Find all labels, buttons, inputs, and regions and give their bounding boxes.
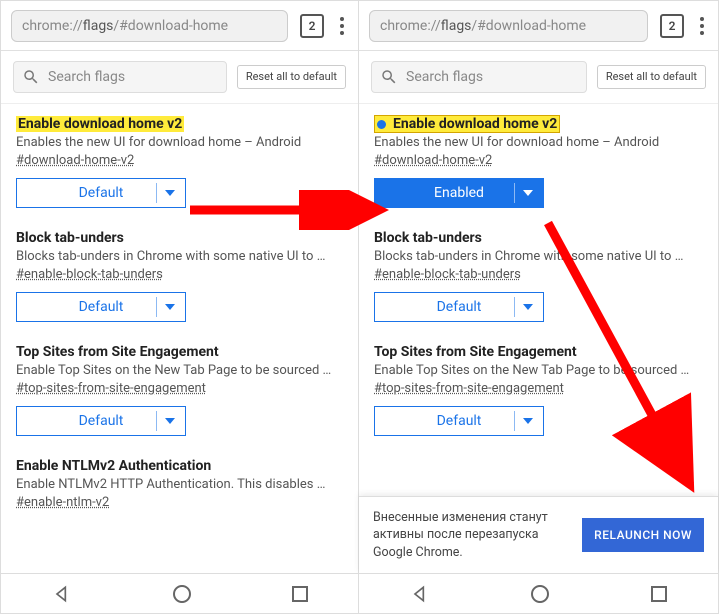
tab-switcher[interactable]: 2: [660, 14, 684, 38]
flag-block-tab-unders: Block tab-unders Blocks tab-unders in Ch…: [374, 230, 703, 322]
flag-dropdown[interactable]: Default: [374, 406, 544, 436]
flag-block-tab-unders: Block tab-unders Blocks tab-unders in Ch…: [16, 230, 343, 322]
url-suffix: /#download-home: [113, 18, 228, 34]
flag-hash-link[interactable]: #enable-block-tab-unders: [16, 267, 343, 282]
back-icon[interactable]: [410, 584, 430, 604]
menu-icon[interactable]: [336, 13, 348, 39]
flag-description: Blocks tab-unders in Chrome with some na…: [374, 249, 703, 264]
flag-dropdown[interactable]: Default: [16, 292, 186, 322]
relaunch-message: Внесенные изменения станут активны после…: [373, 509, 572, 562]
flag-description: Enable NTLMv2 HTTP Authentication. This …: [16, 477, 343, 492]
flags-searchbar: Search flags Reset all to default: [1, 51, 358, 104]
flag-title: Block tab-unders: [16, 230, 124, 246]
chevron-down-icon: [165, 190, 175, 196]
flags-searchbar: Search flags Reset all to default: [359, 51, 718, 104]
flag-ntlmv2: Enable NTLMv2 Authentication Enable NTLM…: [16, 458, 343, 510]
flag-hash-link[interactable]: #download-home-v2: [16, 153, 343, 168]
back-icon[interactable]: [52, 584, 72, 604]
flag-title: Enable NTLMv2 Authentication: [16, 458, 211, 474]
flag-top-sites: Top Sites from Site Engagement Enable To…: [374, 344, 703, 436]
search-input[interactable]: Search flags: [371, 61, 587, 93]
recents-icon[interactable]: [651, 586, 667, 602]
flag-dropdown[interactable]: Default: [374, 292, 544, 322]
url-bold: flags: [441, 18, 472, 34]
url-suffix: /#download-home: [471, 18, 586, 34]
url-prefix: chrome://: [22, 18, 83, 34]
flag-description: Blocks tab-unders in Chrome with some na…: [16, 249, 343, 264]
flag-title-highlighted: Enable download home v2: [374, 115, 560, 133]
flag-hash-link[interactable]: #enable-ntlm-v2: [16, 495, 343, 510]
flag-title: Top Sites from Site Engagement: [374, 344, 577, 360]
search-placeholder: Search flags: [48, 69, 125, 85]
flag-description: Enable Top Sites on the New Tab Page to …: [374, 363, 703, 378]
flag-hash-link[interactable]: #enable-block-tab-unders: [374, 267, 703, 282]
browser-topbar: chrome://flags/#download-home 2: [359, 1, 718, 51]
flag-title: Block tab-unders: [374, 230, 482, 246]
search-input[interactable]: Search flags: [13, 61, 227, 93]
browser-topbar: chrome://flags/#download-home 2: [1, 1, 358, 51]
flag-download-home-v2: Enable download home v2 Enables the new …: [374, 116, 703, 208]
flag-title: Enable download home v2: [16, 116, 184, 132]
reset-all-button[interactable]: Reset all to default: [597, 65, 706, 88]
chevron-down-icon: [165, 304, 175, 310]
menu-icon[interactable]: [696, 13, 708, 39]
omnibox[interactable]: chrome://flags/#download-home: [369, 10, 648, 42]
chevron-down-icon: [523, 418, 533, 424]
home-icon[interactable]: [531, 585, 549, 603]
relaunch-button[interactable]: RELAUNCH NOW: [582, 518, 704, 552]
changed-dot-icon: [377, 120, 386, 129]
flag-description: Enables the new UI for download home – A…: [374, 135, 703, 150]
flag-dropdown[interactable]: Default: [16, 178, 186, 208]
flag-description: Enables the new UI for download home – A…: [16, 135, 343, 150]
flag-download-home-v2: Enable download home v2 Enables the new …: [16, 116, 343, 208]
search-placeholder: Search flags: [406, 69, 483, 85]
chevron-down-icon: [165, 418, 175, 424]
flag-dropdown[interactable]: Default: [16, 406, 186, 436]
flag-top-sites: Top Sites from Site Engagement Enable To…: [16, 344, 343, 436]
android-navbar: [359, 573, 718, 613]
omnibox[interactable]: chrome://flags/#download-home: [11, 10, 288, 42]
home-icon[interactable]: [173, 585, 191, 603]
tab-switcher[interactable]: 2: [300, 14, 324, 38]
flag-dropdown[interactable]: Enabled: [374, 178, 544, 208]
chevron-down-icon: [523, 304, 533, 310]
url-prefix: chrome://: [380, 18, 441, 34]
recents-icon[interactable]: [292, 586, 308, 602]
flag-hash-link[interactable]: #download-home-v2: [374, 153, 703, 168]
chevron-down-icon: [523, 190, 533, 196]
search-icon: [380, 68, 398, 86]
flag-hash-link[interactable]: #top-sites-from-site-engagement: [16, 381, 343, 396]
relaunch-bar: Внесенные изменения станут активны после…: [359, 496, 718, 574]
flag-title: Top Sites from Site Engagement: [16, 344, 219, 360]
flag-description: Enable Top Sites on the New Tab Page to …: [16, 363, 343, 378]
url-bold: flags: [83, 18, 114, 34]
android-navbar: [1, 573, 358, 613]
search-icon: [22, 68, 40, 86]
flag-hash-link[interactable]: #top-sites-from-site-engagement: [374, 381, 703, 396]
reset-all-button[interactable]: Reset all to default: [237, 65, 346, 88]
